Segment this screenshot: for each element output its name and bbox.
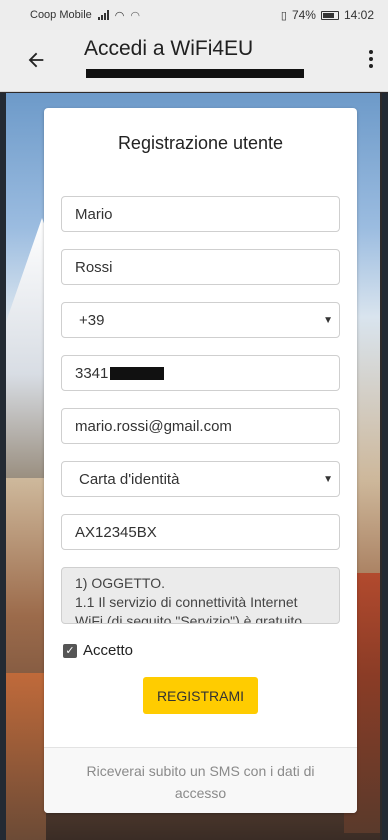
battery-percent: 74% [291, 8, 316, 22]
carrier-label: Coop Mobile [30, 9, 92, 21]
signal-icon [97, 10, 109, 20]
first-name-field[interactable]: Mario [61, 196, 340, 232]
accept-checkbox-row[interactable]: ✓ Accetto [63, 642, 133, 659]
page-title: Accedi a WiFi4EU [84, 37, 254, 60]
vibrate-icon: ▯ [280, 9, 287, 22]
registration-card: Registrazione utente Mario Rossi +39 ▼ 3… [44, 108, 357, 813]
wifi-icon-2: ◠ [130, 9, 140, 22]
email-value: mario.rossi@gmail.com [75, 417, 232, 435]
overflow-menu-icon[interactable] [362, 44, 380, 74]
form-heading: Registrazione utente [117, 133, 284, 153]
app-bar: Accedi a WiFi4EU [0, 30, 388, 92]
sms-notice: Riceverai subito un SMS con i dati di ac… [44, 747, 357, 813]
country-code-value: +39 [79, 311, 105, 329]
accept-label: Accetto [83, 642, 134, 659]
register-button[interactable]: REGISTRAMI [143, 677, 258, 714]
dropdown-caret-icon: ▼ [323, 474, 333, 485]
phone-value: 3341 [75, 364, 109, 382]
first-name-value: Mario [75, 205, 113, 223]
back-arrow-icon[interactable] [22, 46, 50, 74]
terms-textarea[interactable]: 1) OGGETTO. 1.1 Il servizio di connettiv… [61, 567, 340, 624]
country-code-select[interactable]: +39 ▼ [61, 302, 340, 338]
last-name-value: Rossi [75, 258, 113, 276]
sms-notice-text: Riceverai subito un SMS con i dati di ac… [86, 763, 315, 801]
wifi-icon: ◠ [114, 9, 125, 22]
document-number-value: AX12345BX [75, 523, 157, 541]
dropdown-caret-icon: ▼ [323, 315, 333, 326]
battery-icon [320, 10, 339, 20]
right-edge [382, 93, 388, 840]
email-field[interactable]: mario.rossi@gmail.com [61, 408, 340, 444]
document-type-select[interactable]: Carta d'identità ▼ [61, 461, 340, 497]
clock: 14:02 [343, 8, 374, 22]
status-bar: Coop Mobile ◠ ◠ ▯ 74% 14:02 [0, 0, 388, 30]
last-name-field[interactable]: Rossi [61, 249, 340, 285]
url-redacted [86, 69, 304, 78]
terms-text: 1) OGGETTO. 1.1 Il servizio di connettiv… [75, 575, 303, 624]
document-type-value: Carta d'identità [79, 470, 180, 488]
phone-field[interactable]: 3341 [61, 355, 340, 391]
phone-redaction [110, 366, 165, 380]
document-number-field[interactable]: AX12345BX [61, 514, 340, 550]
accept-checkbox[interactable]: ✓ [63, 643, 77, 658]
